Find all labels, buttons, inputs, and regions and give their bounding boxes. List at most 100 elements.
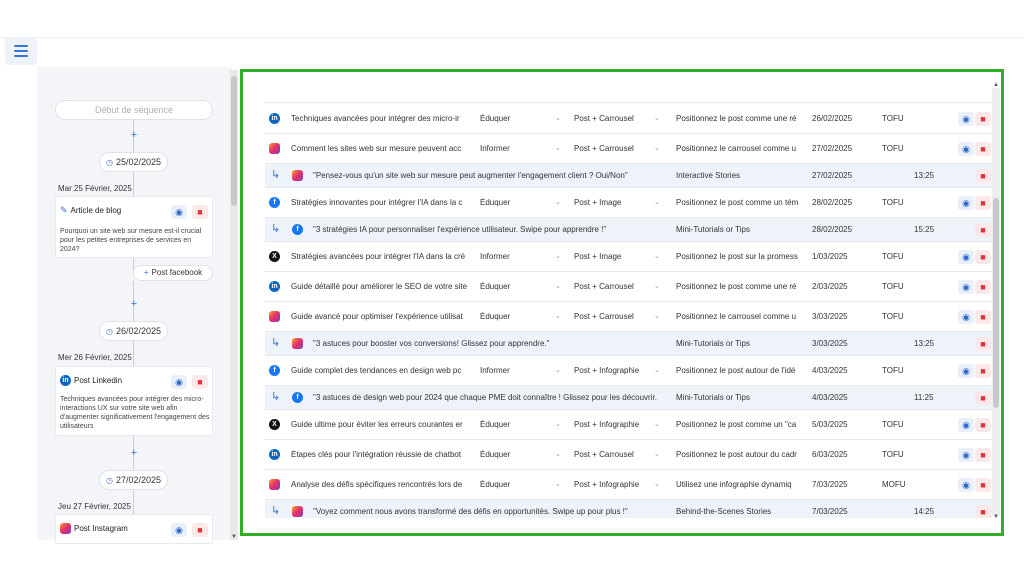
delete-icon[interactable]: ■ <box>192 205 208 219</box>
table-row[interactable]: f Guide complet des tendances en design w… <box>265 356 992 386</box>
add-step-button[interactable]: + <box>127 446 141 460</box>
angle-field[interactable]: Positionnez le post comme un "ca <box>676 420 799 429</box>
angle-field[interactable]: Positionnez le carrousel comme u <box>676 144 799 153</box>
chevron-down-icon[interactable]: ⌄ <box>555 252 561 260</box>
chevron-down-icon[interactable]: ⌄ <box>654 252 660 260</box>
view-icon[interactable]: ◉ <box>171 205 187 219</box>
objective-select[interactable]: Éduquer <box>480 312 560 321</box>
format-select[interactable]: Post + Infographie <box>574 480 659 489</box>
objective-select[interactable]: Éduquer <box>480 480 560 489</box>
format-select[interactable]: Post + Image <box>574 198 659 207</box>
delete-icon[interactable]: ■ <box>975 169 991 183</box>
delete-icon[interactable]: ■ <box>975 364 991 378</box>
view-icon[interactable]: ◉ <box>958 310 974 324</box>
table-row[interactable]: Comment les sites web sur mesure peuvent… <box>265 134 992 164</box>
chevron-down-icon[interactable]: ⌄ <box>555 312 561 320</box>
date-pill[interactable]: ◷ 26/02/2025 <box>99 321 169 341</box>
delete-icon[interactable]: ■ <box>975 391 991 405</box>
date-pill[interactable]: ◷ 25/02/2025 <box>99 152 169 172</box>
format-select[interactable]: Post + Carrousel <box>574 282 659 291</box>
table-row[interactable]: f Stratégies innovantes pour intégrer l'I… <box>265 188 992 218</box>
table-subrow[interactable]: ↳ f "3 astuces de design web pour 2024 que… <box>265 386 992 410</box>
objective-select[interactable]: Éduquer <box>480 450 560 459</box>
delete-icon[interactable]: ■ <box>975 142 991 156</box>
post-facebook-pill[interactable]: + Post facebook <box>133 265 213 281</box>
angle-field[interactable]: Utilisez une infographie dynamiq <box>676 480 799 489</box>
sequence-start-pill[interactable]: Début de séquence <box>55 100 213 120</box>
view-icon[interactable]: ◉ <box>958 142 974 156</box>
chevron-down-icon[interactable]: ⌄ <box>654 312 660 320</box>
chevron-down-icon[interactable]: ⌄ <box>654 480 660 488</box>
format-select[interactable]: Post + Carrousel <box>574 312 659 321</box>
table-row[interactable]: Guide avancé pour optimiser l'expérience… <box>265 302 992 332</box>
chevron-down-icon[interactable]: ⌄ <box>654 198 660 206</box>
chevron-down-icon[interactable]: ⌄ <box>555 420 561 428</box>
delete-icon[interactable]: ■ <box>975 223 991 237</box>
table-row[interactable]: in Étapes clés pour l'intégration réussie… <box>265 440 992 470</box>
view-icon[interactable]: ◉ <box>958 364 974 378</box>
add-step-button[interactable]: + <box>127 128 141 142</box>
table-scrollbar[interactable]: ▲ ▼ <box>992 82 1000 520</box>
delete-icon[interactable]: ■ <box>975 478 991 492</box>
format-select[interactable]: Post + Image <box>574 252 659 261</box>
content-card[interactable]: in Post Linkedin ◉ ■ Techniques avancées … <box>55 366 213 436</box>
objective-select[interactable]: Éduquer <box>480 282 560 291</box>
view-icon[interactable]: ◉ <box>958 280 974 294</box>
objective-select[interactable]: Informer <box>480 252 560 261</box>
chevron-down-icon[interactable]: ⌄ <box>555 144 561 152</box>
delete-icon[interactable]: ■ <box>975 448 991 462</box>
format-select[interactable]: Post + Infographie <box>574 366 659 375</box>
view-icon[interactable]: ◉ <box>958 250 974 264</box>
format-select[interactable]: Post + Infographie <box>574 420 659 429</box>
content-card[interactable]: Post Instagram ◉ ■ <box>55 514 213 544</box>
objective-select[interactable]: Éduquer <box>480 198 560 207</box>
date-pill[interactable]: ◷ 27/02/2025 <box>99 470 169 490</box>
chevron-down-icon[interactable]: ⌄ <box>555 480 561 488</box>
view-icon[interactable]: ◉ <box>958 448 974 462</box>
chevron-down-icon[interactable]: ⌄ <box>555 366 561 374</box>
angle-field[interactable]: Positionnez le post comme une ré <box>676 282 799 291</box>
objective-select[interactable]: Informer <box>480 144 560 153</box>
add-step-button[interactable]: + <box>127 297 141 311</box>
chevron-down-icon[interactable]: ⌄ <box>654 144 660 152</box>
chevron-down-icon[interactable]: ⌄ <box>654 366 660 374</box>
angle-field[interactable]: Positionnez le post comme une ré <box>676 114 799 123</box>
content-card[interactable]: ✎ Article de blog ◉ ■ Pourquoi un site we… <box>55 196 213 258</box>
table-row[interactable]: X Guide ultime pour éviter les erreurs co… <box>265 410 992 440</box>
table-row[interactable]: in Techniques avancées pour intégrer des … <box>265 104 992 134</box>
angle-field[interactable]: Positionnez le post comme un tém <box>676 198 799 207</box>
table-row[interactable]: in Guide détaillé pour améliorer le SEO d… <box>265 272 992 302</box>
delete-icon[interactable]: ■ <box>975 337 991 351</box>
view-icon[interactable]: ◉ <box>958 418 974 432</box>
objective-select[interactable]: Éduquer <box>480 114 560 123</box>
delete-icon[interactable]: ■ <box>975 112 991 126</box>
view-icon[interactable]: ◉ <box>171 375 187 389</box>
view-icon[interactable]: ◉ <box>958 196 974 210</box>
format-select[interactable]: Post + Carrousel <box>574 114 659 123</box>
hamburger-menu-icon[interactable] <box>5 37 37 65</box>
view-icon[interactable]: ◉ <box>958 112 974 126</box>
chevron-down-icon[interactable]: ⌄ <box>654 114 660 122</box>
delete-icon[interactable]: ■ <box>192 375 208 389</box>
format-select[interactable]: Post + Carrousel <box>574 144 659 153</box>
table-row[interactable]: X Stratégies avancées pour intégrer l'IA … <box>265 242 992 272</box>
table-subrow[interactable]: ↳ "Pensez-vous qu'un site web sur mesure … <box>265 164 992 188</box>
delete-icon[interactable]: ■ <box>975 196 991 210</box>
delete-icon[interactable]: ■ <box>975 280 991 294</box>
view-icon[interactable]: ◉ <box>171 523 187 537</box>
delete-icon[interactable]: ■ <box>975 250 991 264</box>
table-subrow[interactable]: ↳ "Voyez comment nous avons transformé de… <box>265 500 992 518</box>
chevron-down-icon[interactable]: ⌄ <box>555 114 561 122</box>
delete-icon[interactable]: ■ <box>975 505 991 518</box>
chevron-down-icon[interactable]: ⌄ <box>654 282 660 290</box>
delete-icon[interactable]: ■ <box>192 523 208 537</box>
angle-field[interactable]: Positionnez le post autour du cadr <box>676 450 799 459</box>
table-row[interactable]: Analyse des défis spécifiques rencontrés… <box>265 470 992 500</box>
angle-field[interactable]: Positionnez le post autour de l'idé <box>676 366 799 375</box>
angle-field[interactable]: Positionnez le carrousel comme u <box>676 312 799 321</box>
left-scrollbar[interactable]: ▼ <box>230 70 238 540</box>
delete-icon[interactable]: ■ <box>975 310 991 324</box>
table-subrow[interactable]: ↳ "3 astuces pour booster vos conversions… <box>265 332 992 356</box>
chevron-down-icon[interactable]: ⌄ <box>555 450 561 458</box>
format-select[interactable]: Post + Carrousel <box>574 450 659 459</box>
